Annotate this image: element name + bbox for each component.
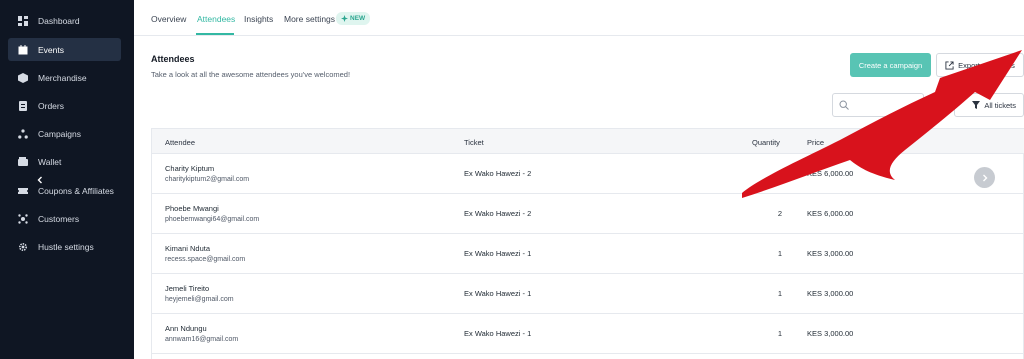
ticket-name: Ex Wako Hawezi - 2 <box>464 169 532 178</box>
table-row[interactable]: Kimani Nduta recess.space@gmail.com Ex W… <box>152 234 1024 274</box>
attendee-email: recess.space@gmail.com <box>165 256 246 263</box>
column-header-quantity: Quantity <box>752 138 780 147</box>
sidebar-item-hustle-settings[interactable]: Hustle settings <box>8 235 121 258</box>
table-header: Attendee Ticket Quantity Price <box>152 129 1024 154</box>
attendee-email: annwam16@gmail.com <box>165 336 239 343</box>
ticket-quantity: 1 <box>777 289 782 298</box>
attendee-name: Ann Ndungu <box>165 324 207 333</box>
column-header-ticket: Ticket <box>464 138 484 147</box>
sidebar-item-merchandise[interactable]: Merchandise <box>8 66 121 89</box>
table-row[interactable]: Phoebe Mwangi phoebemwangi64@gmail.com E… <box>152 194 1024 234</box>
collapse-sidebar-button[interactable] <box>32 172 48 188</box>
search-icon <box>839 100 849 110</box>
page-title: Attendees <box>151 54 195 64</box>
attendees-table: Attendee Ticket Quantity Price Charity K… <box>151 128 1024 359</box>
sidebar-item-wallet[interactable]: Wallet <box>8 150 121 173</box>
customers-icon <box>16 212 30 226</box>
orders-icon <box>16 99 30 113</box>
scroll-right-button[interactable] <box>974 167 995 188</box>
sidebar-item-label: Campaigns <box>38 128 81 139</box>
sidebar-item-label: Events <box>38 44 64 55</box>
export-attendees-button[interactable]: Export attendees <box>936 53 1024 77</box>
search-input[interactable] <box>832 93 924 117</box>
tab-more-settings[interactable]: More settings <box>284 14 335 24</box>
merchandise-icon <box>16 71 30 85</box>
ticket-price: KES 3,000.00 <box>807 249 854 258</box>
campaigns-icon <box>16 127 30 141</box>
dashboard-icon <box>16 14 30 28</box>
sidebar-item-label: Orders <box>38 100 64 111</box>
chevron-right-icon <box>982 174 987 181</box>
wallet-icon <box>16 155 30 169</box>
table-row[interactable]: Charity Kiptum charitykiptum2@gmail.com … <box>152 154 1024 194</box>
table-row[interactable]: Jemeli Tireito heyjemeli@gmail.com Ex Wa… <box>152 274 1024 314</box>
column-header-attendee: Attendee <box>165 138 196 147</box>
filter-icon <box>972 101 981 109</box>
sidebar-item-label: Hustle settings <box>38 241 94 252</box>
ticket-quantity: 1 <box>777 249 782 258</box>
chevron-left-icon <box>37 176 42 184</box>
attendee-name: Phoebe Mwangi <box>165 204 219 213</box>
ticket-price: KES 3,000.00 <box>807 329 854 338</box>
table-row[interactable]: Ann Ndungu annwam16@gmail.com Ex Wako Ha… <box>152 314 1024 354</box>
attendee-name: Charity Kiptum <box>165 164 215 173</box>
ticket-quantity: 1 <box>777 329 782 338</box>
sidebar-item-campaigns[interactable]: Campaigns <box>8 122 121 145</box>
sidebar-item-label: Dashboard <box>38 15 80 26</box>
ticket-price: KES 3,000.00 <box>807 289 854 298</box>
external-link-icon <box>945 60 954 70</box>
sidebar-item-label: Customers <box>38 213 80 224</box>
attendee-name: Kimani Nduta <box>165 244 211 253</box>
events-icon <box>16 43 30 57</box>
ticket-name: Ex Wako Hawezi - 1 <box>464 329 532 338</box>
ticket-name: Ex Wako Hawezi - 2 <box>464 209 532 218</box>
sidebar: Dashboard Events Merchandise Orders Camp… <box>0 0 134 359</box>
ticket-quantity: 2 <box>777 209 782 218</box>
main-content: Overview Attendees Insights More setting… <box>134 0 1024 359</box>
page-subtitle: Take a look at all the awesome attendees… <box>151 70 351 79</box>
sidebar-item-orders[interactable]: Orders <box>8 94 121 117</box>
sidebar-item-coupons[interactable]: Coupons & Affiliates <box>8 179 121 202</box>
ticket-name: Ex Wako Hawezi - 1 <box>464 249 532 258</box>
column-header-price: Price <box>807 138 825 147</box>
sidebar-item-label: Merchandise <box>38 72 87 83</box>
tab-bar: Overview Attendees Insights More setting… <box>134 0 1024 36</box>
attendee-name: Jemeli Tireito <box>165 284 210 293</box>
sparkle-icon <box>341 15 348 22</box>
ticket-price: KES 6,000.00 <box>807 169 854 178</box>
ticket-filter-dropdown[interactable]: All tickets <box>954 93 1024 117</box>
sidebar-item-customers[interactable]: Customers <box>8 207 121 230</box>
tab-overview[interactable]: Overview <box>151 14 186 24</box>
ticket-name: Ex Wako Hawezi - 1 <box>464 289 532 298</box>
sidebar-item-events[interactable]: Events <box>8 38 121 61</box>
tab-attendees[interactable]: Attendees <box>197 14 235 24</box>
new-badge: NEW <box>336 12 371 25</box>
sidebar-item-dashboard[interactable]: Dashboard <box>8 9 121 32</box>
attendee-email: charitykiptum2@gmail.com <box>165 176 250 183</box>
tab-insights[interactable]: Insights <box>244 14 273 24</box>
sidebar-item-label: Coupons & Affiliates <box>38 185 114 196</box>
active-tab-indicator <box>196 33 234 35</box>
coupons-icon <box>16 184 30 198</box>
sidebar-item-label: Wallet <box>38 156 62 167</box>
gear-icon <box>16 240 30 254</box>
create-campaign-button[interactable]: Create a campaign <box>850 53 931 77</box>
attendee-email: phoebemwangi64@gmail.com <box>165 216 260 223</box>
attendee-email: heyjemeli@gmail.com <box>165 296 234 303</box>
ticket-price: KES 6,000.00 <box>807 209 854 218</box>
